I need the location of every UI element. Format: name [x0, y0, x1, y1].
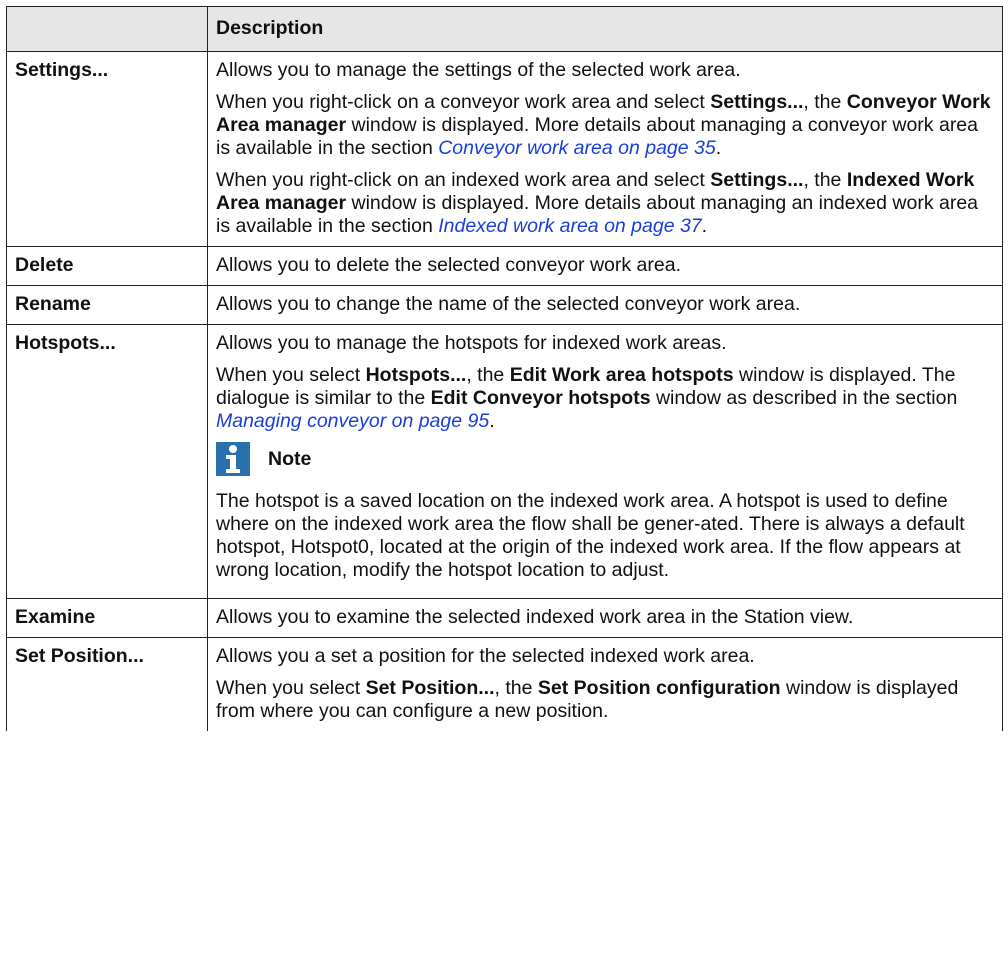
- description-settings: Allows you to manage the settings of the…: [207, 51, 1003, 247]
- description-delete: Allows you to delete the selected convey…: [207, 246, 1003, 286]
- link-indexed-work-area[interactable]: Indexed work area on page 37: [438, 215, 701, 237]
- header-menu-column: [6, 6, 208, 52]
- table-row-rename: Rename Allows you to change the name of …: [6, 285, 1003, 325]
- settings-indexed-paragraph: When you right-click on an indexed work …: [216, 169, 979, 237]
- menu-item-hotspots: Hotspots...: [6, 324, 208, 599]
- settings-summary: Allows you to manage the settings of the…: [216, 59, 741, 81]
- hotspots-summary: Allows you to manage the hotspots for in…: [216, 332, 727, 354]
- menu-item-settings: Settings...: [6, 51, 208, 247]
- menu-item-examine: Examine: [6, 598, 208, 638]
- table-row-settings: Settings... Allows you to manage the set…: [6, 51, 1003, 247]
- table-row-delete: Delete Allows you to delete the selected…: [6, 246, 1003, 286]
- settings-conveyor-paragraph: When you right-click on a conveyor work …: [216, 91, 991, 159]
- menu-item-set-position: Set Position...: [6, 637, 208, 731]
- description-set-position: Allows you a set a position for the sele…: [207, 637, 1003, 731]
- description-rename: Allows you to change the name of the sel…: [207, 285, 1003, 325]
- table-row-set-position: Set Position... Allows you a set a posit…: [6, 637, 1003, 731]
- hotspots-window-paragraph: When you select Hotspots..., the Edit Wo…: [216, 364, 958, 432]
- note-block: Note: [216, 442, 994, 476]
- table-row-hotspots: Hotspots... Allows you to manage the hot…: [6, 324, 1003, 599]
- note-text: The hotspot is a saved location on the i…: [216, 490, 965, 581]
- link-managing-conveyor[interactable]: Managing conveyor on page 95: [216, 410, 489, 432]
- description-examine: Allows you to examine the selected index…: [207, 598, 1003, 638]
- menu-item-delete: Delete: [6, 246, 208, 286]
- link-conveyor-work-area[interactable]: Conveyor work area on page 35: [438, 137, 716, 159]
- set-position-summary: Allows you a set a position for the sele…: [216, 645, 755, 667]
- table-row-examine: Examine Allows you to examine the select…: [6, 598, 1003, 638]
- table-header-row: Description: [6, 6, 1003, 52]
- note-label: Note: [268, 447, 312, 470]
- menu-description-table: Description Settings... Allows you to ma…: [6, 6, 1003, 731]
- menu-item-rename: Rename: [6, 285, 208, 325]
- header-description: Description: [207, 6, 1003, 52]
- info-icon: [216, 442, 250, 476]
- set-position-paragraph: When you select Set Position..., the Set…: [216, 677, 959, 722]
- description-hotspots: Allows you to manage the hotspots for in…: [207, 324, 1003, 599]
